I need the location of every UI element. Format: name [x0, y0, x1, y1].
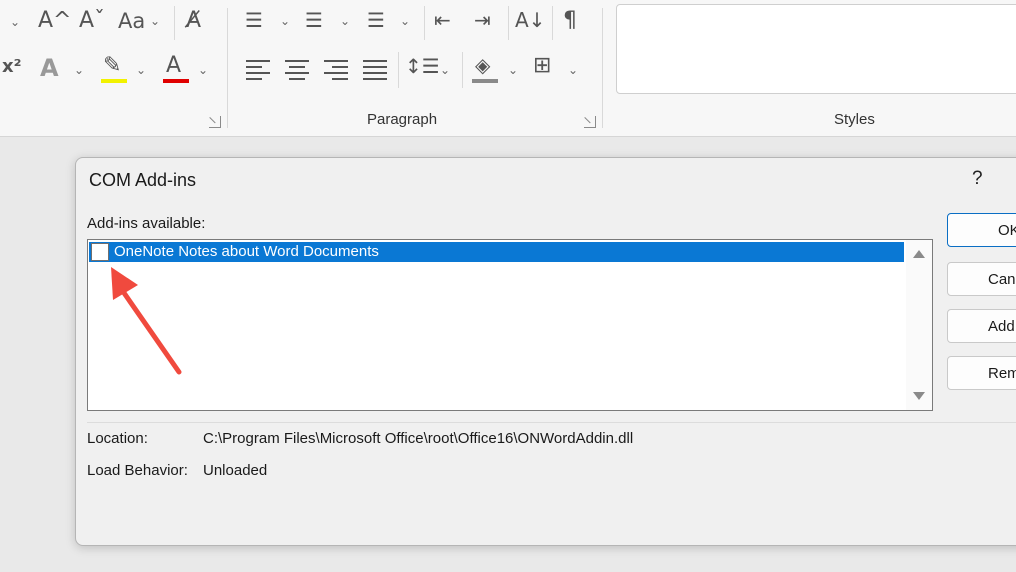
annotation-arrow-icon [111, 267, 182, 375]
